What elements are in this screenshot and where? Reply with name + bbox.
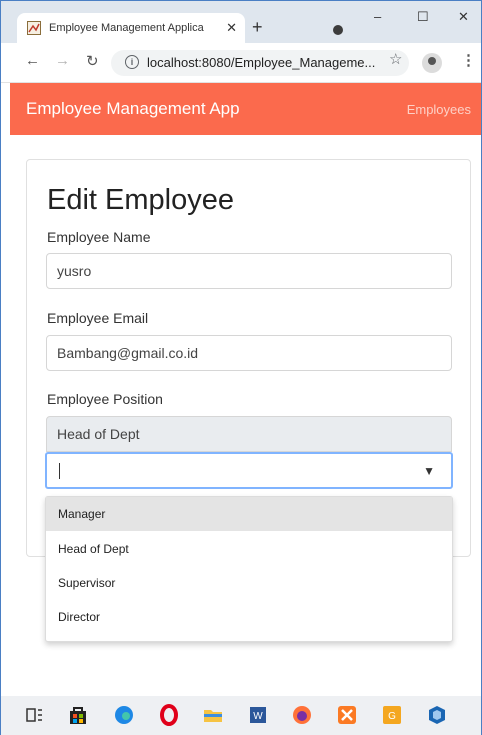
svg-text:W: W [253,711,263,722]
edge-icon[interactable] [113,704,135,726]
name-label: Employee Name [47,229,151,245]
back-arrow-icon[interactable]: ← [25,52,40,69]
browser-tab[interactable]: Employee Management Applica ✕ [17,13,245,43]
option-manager[interactable]: Manager [46,497,452,531]
name-field[interactable]: yusro [46,253,452,289]
task-view-icon[interactable] [23,704,45,726]
new-tab-button[interactable]: + [252,17,263,38]
tab-title: Employee Management Applica [49,22,204,34]
position-label: Employee Position [47,391,163,407]
option-head-of-dept[interactable]: Head of Dept [46,532,452,566]
option-supervisor[interactable]: Supervisor [46,566,452,600]
text-cursor [59,463,60,479]
position-dropdown-list: Manager Head of Dept Supervisor Director [45,496,453,642]
store-icon[interactable] [67,704,89,726]
forward-arrow-icon[interactable]: → [55,52,70,69]
tab-close-icon[interactable]: ✕ [226,20,237,36]
firefox-icon[interactable] [291,704,313,726]
profile-avatar-icon[interactable] [422,53,442,73]
nav-link-employees[interactable]: Employees [407,102,471,117]
file-explorer-icon[interactable] [202,704,224,726]
app-icon[interactable]: G [381,704,403,726]
email-field[interactable]: Bambang@gmail.co.id [46,335,452,371]
url-text: localhost:8080/Employee_Manageme... [147,55,376,70]
maximize-button[interactable]: ☐ [417,9,429,25]
browser-toolbar: ← → ↻ i localhost:8080/Employee_Manageme… [1,43,481,83]
minimize-button[interactable]: – [374,9,381,24]
position-search-input[interactable]: ▼ [45,452,453,489]
bookmark-star-icon[interactable]: ☆ [389,50,402,68]
close-window-button[interactable]: ✕ [458,9,469,25]
reload-icon[interactable]: ↻ [86,52,99,70]
virtualbox-icon[interactable] [426,704,448,726]
tab-strip: Employee Management Applica ✕ + – ☐ ✕ [1,1,481,43]
opera-icon[interactable] [158,704,180,726]
menu-kebab-icon[interactable]: ⋮ [461,51,476,69]
site-info-icon[interactable]: i [125,55,139,69]
svg-text:G: G [388,711,396,722]
media-indicator-icon[interactable] [333,25,343,35]
page-title: Edit Employee [47,184,234,216]
email-label: Employee Email [47,310,149,326]
option-director[interactable]: Director [46,600,452,634]
dropdown-arrow-icon[interactable]: ▼ [423,464,435,478]
app-navbar: Employee Management App Employees [10,83,481,135]
windows-taskbar: W G [1,696,481,735]
navbar-brand[interactable]: Employee Management App [26,99,240,119]
page-favicon-icon [27,21,41,35]
xampp-icon[interactable] [336,704,358,726]
position-select[interactable]: Head of Dept [46,416,452,452]
word-icon[interactable]: W [247,704,269,726]
browser-window: Employee Management Applica ✕ + – ☐ ✕ ← … [0,0,482,735]
address-bar[interactable]: i localhost:8080/Employee_Manageme... [111,50,409,76]
